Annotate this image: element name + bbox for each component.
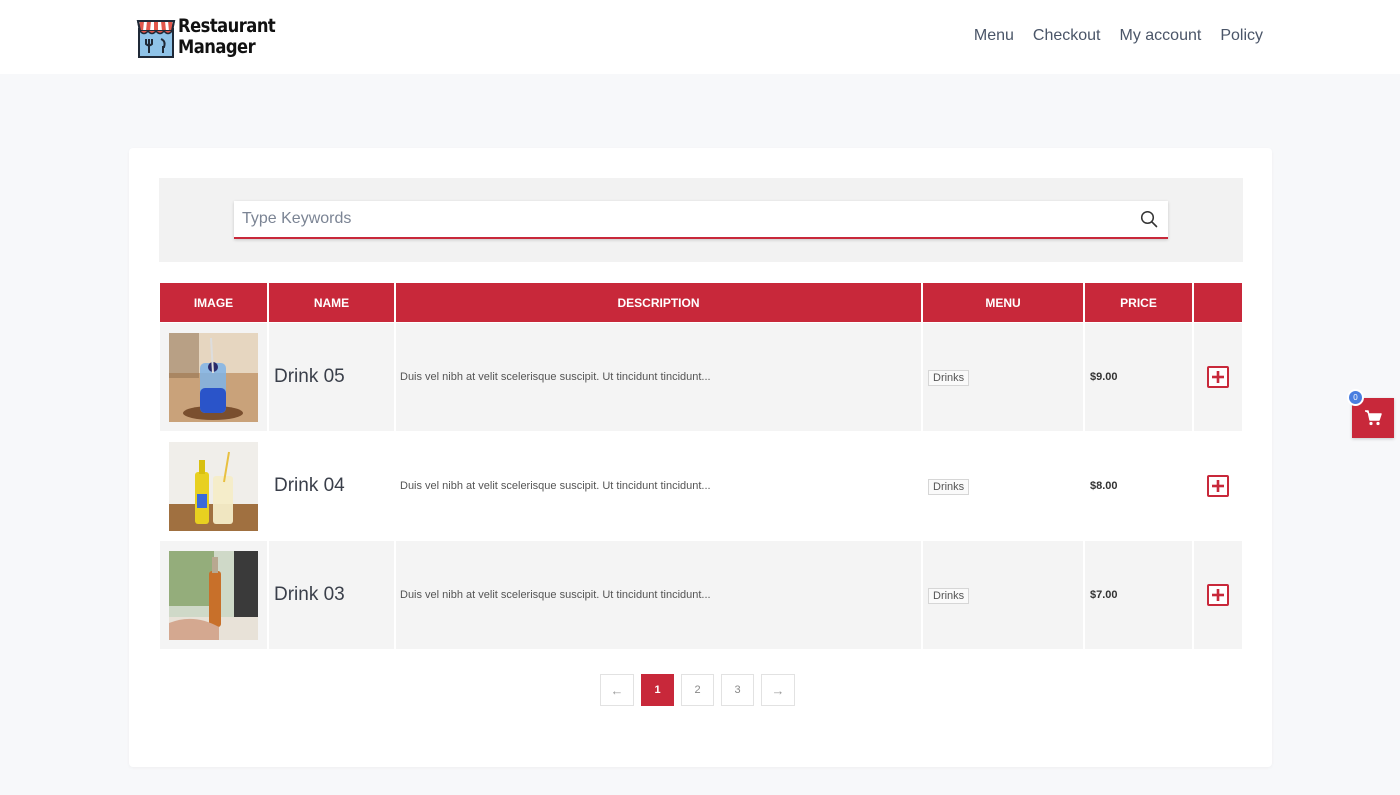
column-header-menu: MENU (923, 281, 1083, 323)
cell-name: Drink 04 (269, 432, 394, 541)
add-to-cart-button[interactable] (1207, 474, 1229, 497)
search-bar (159, 178, 1243, 262)
cart-icon (1365, 410, 1382, 426)
cell-name: Drink 03 (269, 541, 394, 650)
cell-action (1194, 323, 1242, 432)
cell-name: Drink 05 (269, 323, 394, 432)
nav-item-policy[interactable]: Policy (1220, 27, 1263, 45)
menu-table: IMAGE NAME DESCRIPTION MENU PRICE Drink … (158, 281, 1244, 650)
cell-menu: Drinks (923, 432, 1083, 541)
cart-count-badge: 0 (1347, 389, 1364, 406)
plus-icon (1212, 479, 1224, 492)
table-row: Drink 04 Duis vel nibh at velit sceleris… (160, 432, 1242, 541)
floating-cart-button[interactable]: 0 (1347, 389, 1394, 438)
column-header-name: NAME (269, 281, 394, 323)
plus-icon (1212, 588, 1224, 601)
menu-panel: IMAGE NAME DESCRIPTION MENU PRICE (129, 148, 1272, 767)
add-to-cart-button[interactable] (1207, 365, 1229, 388)
cell-price: $8.00 (1085, 432, 1192, 541)
menu-category-tag[interactable]: Drinks (928, 479, 970, 495)
cell-action (1194, 541, 1242, 650)
menu-category-tag[interactable]: Drinks (928, 370, 970, 386)
table-row: Drink 03 Duis vel nibh at velit sceleris… (160, 541, 1242, 650)
table-row: Drink 05 Duis vel nibh at velit sceleris… (160, 323, 1242, 432)
drink-05-photo[interactable] (169, 332, 258, 422)
brand-name: Restaurant Manager (178, 15, 276, 58)
menu-category-tag[interactable]: Drinks (928, 588, 970, 604)
pagination-next-button[interactable]: → (761, 674, 795, 706)
pagination-prev-button[interactable]: ← (600, 674, 634, 706)
drink-04-photo[interactable] (169, 441, 258, 531)
cell-price: $9.00 (1085, 323, 1192, 432)
restaurant-store-icon (136, 20, 176, 58)
search-input[interactable] (234, 201, 1124, 237)
cell-description: Duis vel nibh at velit scelerisque susci… (396, 323, 921, 432)
pagination-page-1[interactable]: 1 (641, 674, 674, 706)
nav-item-menu[interactable]: Menu (974, 27, 1014, 45)
column-header-image: IMAGE (160, 281, 267, 323)
pagination-page-3[interactable]: 3 (721, 674, 754, 706)
add-to-cart-button[interactable] (1207, 583, 1229, 606)
site-logo[interactable]: Restaurant Manager (136, 14, 291, 60)
pagination-page-2[interactable]: 2 (681, 674, 714, 706)
cell-menu: Drinks (923, 323, 1083, 432)
cell-description: Duis vel nibh at velit scelerisque susci… (396, 432, 921, 541)
table-header-row: IMAGE NAME DESCRIPTION MENU PRICE (160, 281, 1242, 323)
nav-item-my-account[interactable]: My account (1120, 27, 1202, 45)
cell-menu: Drinks (923, 541, 1083, 650)
cell-action (1194, 432, 1242, 541)
site-header: Restaurant Manager Menu Checkout My acco… (0, 0, 1400, 74)
nav-item-checkout[interactable]: Checkout (1033, 27, 1101, 45)
cell-image (160, 323, 267, 432)
plus-icon (1212, 370, 1224, 383)
cell-description: Duis vel nibh at velit scelerisque susci… (396, 541, 921, 650)
column-header-description: DESCRIPTION (396, 281, 921, 323)
brand-line-2: Manager (178, 36, 256, 58)
drink-03-photo[interactable] (169, 550, 258, 640)
cell-price: $7.00 (1085, 541, 1192, 650)
search-box (234, 201, 1168, 239)
pagination: ← 1 2 3 → (600, 674, 795, 706)
brand-line-1: Restaurant (178, 15, 276, 37)
column-header-price: PRICE (1085, 281, 1192, 323)
search-icon[interactable] (1140, 210, 1158, 228)
column-header-action (1194, 281, 1242, 323)
cell-image (160, 541, 267, 650)
cell-image (160, 432, 267, 541)
main-nav: Menu Checkout My account Policy (974, 27, 1263, 45)
